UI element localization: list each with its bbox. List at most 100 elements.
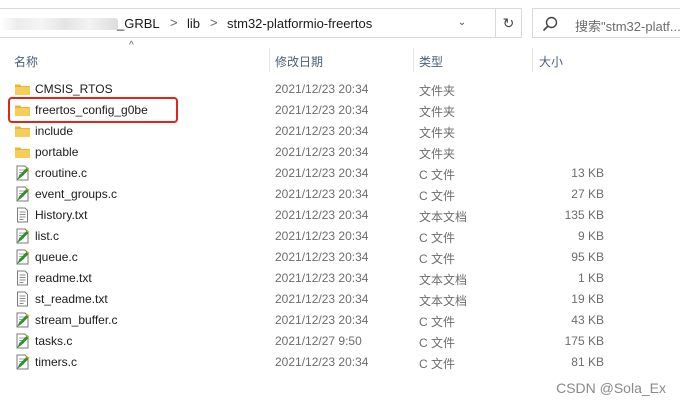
file-name: list.c <box>35 229 59 243</box>
file-row[interactable]: timers.c 2021/12/23 20:34 C 文件 81 KB <box>0 352 680 373</box>
c-file-icon <box>14 228 31 244</box>
c-file-icon <box>14 312 31 328</box>
file-modified-date: 2021/12/23 20:34 <box>275 292 369 306</box>
file-name: st_readme.txt <box>35 292 108 306</box>
file-type: C 文件 <box>419 357 456 371</box>
file-size: 175 KB <box>564 334 604 348</box>
address-row: _GRBL > lib > stm32-platformio-freertos … <box>0 0 680 46</box>
breadcrumb-grbl[interactable]: _GRBL <box>117 16 160 31</box>
file-name: timers.c <box>35 355 77 369</box>
address-bar[interactable]: _GRBL > lib > stm32-platformio-freertos … <box>0 8 496 38</box>
file-type: 文本文档 <box>419 294 468 308</box>
c-file-icon <box>14 165 31 181</box>
search-input[interactable]: 搜索"stm32-platf... <box>532 8 680 38</box>
file-name: croutine.c <box>35 166 88 180</box>
file-type: 文件夹 <box>419 105 456 119</box>
file-name: include <box>35 124 74 138</box>
file-modified-date: 2021/12/23 20:34 <box>275 124 369 138</box>
blurred-path-segment <box>0 18 118 30</box>
file-modified-date: 2021/12/23 20:34 <box>275 208 369 222</box>
collapse-arrow-icon[interactable]: ^ <box>129 40 134 51</box>
breadcrumb-current-folder[interactable]: stm32-platformio-freertos <box>227 16 372 31</box>
file-modified-date: 2021/12/23 20:34 <box>275 166 369 180</box>
file-name: event_groups.c <box>35 187 118 201</box>
file-modified-date: 2021/12/23 20:34 <box>275 187 369 201</box>
column-header-date[interactable]: 修改日期 <box>275 53 323 70</box>
file-type: 文件夹 <box>419 147 456 161</box>
file-row[interactable]: list.c 2021/12/23 20:34 C 文件 9 KB <box>0 226 680 247</box>
file-size: 135 KB <box>564 208 604 222</box>
breadcrumb-lib[interactable]: lib <box>187 16 200 31</box>
search-placeholder: 搜索"stm32-platf... <box>575 19 680 34</box>
file-modified-date: 2021/12/23 20:34 <box>275 271 369 285</box>
breadcrumb-separator-icon[interactable]: > <box>210 15 218 30</box>
file-modified-date: 2021/12/23 20:34 <box>275 313 369 327</box>
file-row[interactable]: History.txt 2021/12/23 20:34 文本文档 135 KB <box>0 205 680 226</box>
refresh-button[interactable]: ↻ <box>496 8 522 38</box>
file-size: 81 KB <box>571 355 604 369</box>
file-modified-date: 2021/12/23 20:34 <box>275 250 369 264</box>
column-divider[interactable] <box>532 48 533 72</box>
file-name: tasks.c <box>35 334 73 348</box>
file-size: 9 KB <box>577 229 604 243</box>
text-file-icon <box>14 270 31 286</box>
file-row[interactable]: queue.c 2021/12/23 20:34 C 文件 95 KB <box>0 247 680 268</box>
c-file-icon <box>14 186 31 202</box>
file-row[interactable]: croutine.c 2021/12/23 20:34 C 文件 13 KB <box>0 163 680 184</box>
file-type: C 文件 <box>419 189 456 203</box>
c-file-icon <box>14 354 31 370</box>
file-modified-date: 2021/12/27 9:50 <box>275 334 362 348</box>
file-type: 文件夹 <box>419 84 456 98</box>
file-modified-date: 2021/12/23 20:34 <box>275 82 369 96</box>
file-name: CMSIS_RTOS <box>35 82 113 96</box>
chevron-down-icon[interactable]: ⌄ <box>454 17 470 31</box>
file-row[interactable]: include 2021/12/23 20:34 文件夹 <box>0 121 680 142</box>
folder-icon <box>14 81 31 97</box>
breadcrumb-separator-icon[interactable]: > <box>170 15 178 30</box>
file-name: portable <box>35 145 79 159</box>
column-header-type[interactable]: 类型 <box>419 53 443 70</box>
file-row[interactable]: readme.txt 2021/12/23 20:34 文本文档 1 KB <box>0 268 680 289</box>
column-header-name[interactable]: 名称 <box>14 53 38 70</box>
file-type: C 文件 <box>419 336 456 350</box>
file-size: 43 KB <box>571 313 604 327</box>
file-size: 19 KB <box>571 292 604 306</box>
column-header-size[interactable]: 大小 <box>539 53 563 70</box>
file-type: C 文件 <box>419 252 456 266</box>
red-annotation-box <box>8 97 178 123</box>
file-name: stream_buffer.c <box>35 313 118 327</box>
text-file-icon <box>14 207 31 223</box>
file-row[interactable]: stream_buffer.c 2021/12/23 20:34 C 文件 43 KB <box>0 310 680 331</box>
file-row[interactable]: st_readme.txt 2021/12/23 20:34 文本文档 19 KB <box>0 289 680 310</box>
file-type: 文本文档 <box>419 273 468 287</box>
c-file-icon <box>14 333 31 349</box>
watermark: CSDN @Sola_Ex <box>556 380 666 396</box>
file-modified-date: 2021/12/23 20:34 <box>275 229 369 243</box>
column-divider[interactable] <box>413 48 414 72</box>
file-name: queue.c <box>35 250 78 264</box>
file-type: 文本文档 <box>419 210 468 224</box>
file-row[interactable]: portable 2021/12/23 20:34 文件夹 <box>0 142 680 163</box>
file-modified-date: 2021/12/23 20:34 <box>275 103 369 117</box>
file-size: 95 KB <box>571 250 604 264</box>
file-modified-date: 2021/12/23 20:34 <box>275 355 369 369</box>
column-divider[interactable] <box>269 48 270 72</box>
file-type: C 文件 <box>419 168 456 182</box>
c-file-icon <box>14 249 31 265</box>
file-type: 文件夹 <box>419 126 456 140</box>
folder-icon <box>14 123 31 139</box>
file-modified-date: 2021/12/23 20:34 <box>275 145 369 159</box>
refresh-icon: ↻ <box>502 15 515 31</box>
file-row[interactable]: event_groups.c 2021/12/23 20:34 C 文件 27 KB <box>0 184 680 205</box>
search-icon <box>542 16 558 32</box>
file-size: 27 KB <box>571 187 604 201</box>
file-name: readme.txt <box>35 271 92 285</box>
file-size: 1 KB <box>577 271 604 285</box>
file-row[interactable]: tasks.c 2021/12/27 9:50 C 文件 175 KB <box>0 331 680 352</box>
text-file-icon <box>14 291 31 307</box>
file-type: C 文件 <box>419 315 456 329</box>
folder-icon <box>14 144 31 160</box>
file-size: 13 KB <box>571 166 604 180</box>
file-type: C 文件 <box>419 231 456 245</box>
file-name: History.txt <box>35 208 88 222</box>
